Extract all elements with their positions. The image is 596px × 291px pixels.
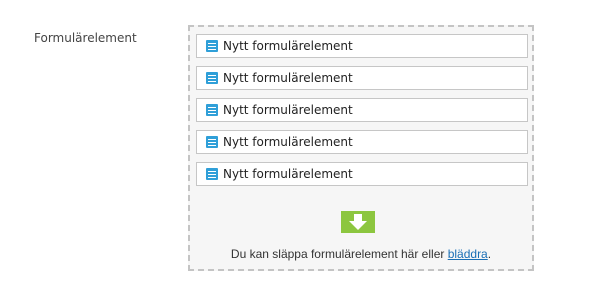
- form-element-label: Nytt formulärelement: [223, 167, 353, 181]
- form-element-item[interactable]: Nytt formulärelement: [196, 98, 528, 122]
- arrow-down-glyph: [349, 214, 367, 230]
- download-arrow-icon: [341, 211, 375, 233]
- form-elements-list: Nytt formulärelement Nytt formulärelemen…: [196, 34, 528, 194]
- form-element-label: Nytt formulärelement: [223, 135, 353, 149]
- form-element-item[interactable]: Nytt formulärelement: [196, 66, 528, 90]
- drop-hint: Du kan släppa formulärelement här eller …: [190, 247, 532, 261]
- browse-link[interactable]: bläddra: [448, 247, 488, 261]
- form-element-label: Nytt formulärelement: [223, 103, 353, 117]
- drop-hint-text: Du kan släppa formulärelement här eller: [230, 247, 448, 261]
- form-element-item[interactable]: Nytt formulärelement: [196, 162, 528, 186]
- form-element-label: Nytt formulärelement: [223, 71, 353, 85]
- form-element-label: Nytt formulärelement: [223, 39, 353, 53]
- form-element-item[interactable]: Nytt formulärelement: [196, 34, 528, 58]
- form-elements-dropzone[interactable]: Nytt formulärelement Nytt formulärelemen…: [188, 25, 534, 271]
- field-label: Formulärelement: [34, 31, 137, 45]
- drop-hint-suffix: .: [487, 247, 492, 261]
- form-element-item[interactable]: Nytt formulärelement: [196, 130, 528, 154]
- form-element-icon: [206, 168, 218, 180]
- form-element-icon: [206, 136, 218, 148]
- form-element-icon: [206, 104, 218, 116]
- form-element-icon: [206, 72, 218, 84]
- form-element-icon: [206, 40, 218, 52]
